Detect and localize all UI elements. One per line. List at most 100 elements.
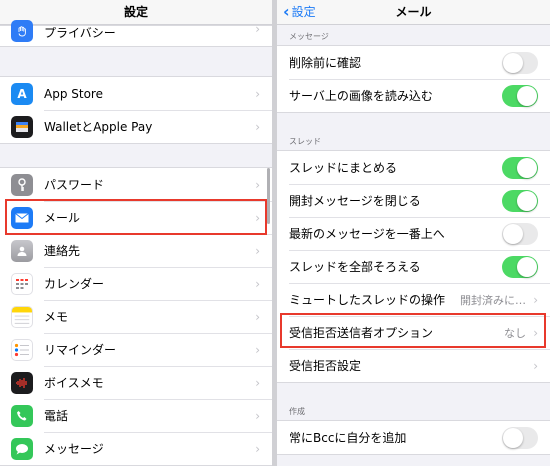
settings-item-notes[interactable]: メモ › (0, 300, 272, 333)
app-store-icon: A (11, 83, 33, 105)
settings-item-contacts[interactable]: 連絡先 › (0, 234, 272, 267)
always-bcc-myself-toggle[interactable] (502, 426, 538, 449)
chevron-right-icon: › (255, 119, 260, 134)
settings-item-wallet[interactable]: WalletとApple Pay › (0, 110, 272, 143)
setting-label: 削除前に確認 (289, 56, 362, 70)
chevron-right-icon: › (255, 210, 260, 225)
setting-organize-by-thread: スレッドにまとめる (277, 151, 550, 184)
mail-navbar: ‹ 設定 メール (277, 0, 550, 25)
settings-item-messages[interactable]: メッセージ › (0, 432, 272, 465)
setting-complete-threads: スレッドを全部そろえる (277, 250, 550, 283)
contacts-icon (11, 240, 33, 262)
settings-item-calendar[interactable]: カレンダー › (0, 267, 272, 300)
section-header-threads: スレッド (289, 137, 321, 146)
section-header-composing: 作成 (289, 407, 305, 416)
composing-group: 常にBccに自分を追加 (277, 420, 550, 455)
chevron-right-icon: › (255, 22, 260, 36)
chevron-right-icon: › (255, 177, 260, 192)
settings-item-reminders[interactable]: リマインダー › (0, 333, 272, 366)
toggle-knob (503, 427, 523, 448)
chevron-left-icon: ‹ (283, 2, 290, 21)
hand-icon (11, 20, 33, 42)
settings-item-label: プライバシー (44, 25, 116, 40)
chevron-right-icon: › (255, 276, 260, 291)
setting-value: 開封済みに… (460, 293, 526, 307)
settings-item-label: パスワード (44, 178, 105, 192)
chevron-right-icon: › (533, 325, 538, 340)
phone-icon (11, 405, 33, 427)
setting-label: サーバ上の画像を読み込む (289, 89, 433, 103)
reminders-icon (11, 339, 33, 361)
toggle-knob (503, 52, 523, 73)
key-icon (11, 174, 33, 196)
setting-label: スレッドにまとめる (289, 161, 398, 175)
load-remote-images-toggle[interactable] (502, 84, 538, 107)
mail-icon (11, 207, 33, 229)
messages-icon (11, 438, 33, 460)
setting-label: 常にBccに自分を追加 (289, 431, 407, 445)
chevron-right-icon: › (255, 309, 260, 324)
settings-item-passwords[interactable]: パスワード › (0, 168, 272, 201)
settings-item-label: 連絡先 (44, 244, 81, 258)
setting-load-remote-images: サーバ上の画像を読み込む (277, 79, 550, 112)
section-header-messages: メッセージ (289, 32, 329, 41)
settings-item-privacy[interactable]: プライバシー › (0, 20, 272, 46)
settings-item-voice-memos[interactable]: ボイスメモ › (0, 366, 272, 399)
settings-item-mail[interactable]: メール › (0, 201, 272, 234)
chevron-right-icon: › (533, 358, 538, 373)
scrollbar[interactable] (267, 168, 270, 224)
settings-item-phone[interactable]: 電話 › (0, 399, 272, 432)
store-group: A App Store › WalletとApple Pay › (0, 76, 272, 144)
apps-group: パスワード › メール › 連絡先 › カレンダー › メモ › リマインダー … (0, 167, 272, 466)
chevron-right-icon: › (255, 243, 260, 258)
settings-item-label: カレンダー (44, 277, 105, 291)
notes-icon (11, 306, 33, 328)
settings-item-label: ボイスメモ (44, 376, 104, 390)
page-title: メール (395, 5, 432, 19)
setting-label: 開封メッセージを閉じる (289, 194, 421, 208)
setting-value: なし (504, 326, 526, 340)
settings-item-label: 電話 (44, 409, 69, 423)
chevron-right-icon: › (533, 292, 538, 307)
voice-memo-icon (11, 372, 33, 394)
setting-most-recent-on-top: 最新のメッセージを一番上へ (277, 217, 550, 250)
settings-item-label: リマインダー (44, 343, 117, 357)
setting-label: 受信拒否送信者オプション (289, 326, 434, 340)
collapse-read-messages-toggle[interactable] (502, 189, 538, 212)
privacy-group: プライバシー › (0, 20, 272, 47)
setting-collapse-read-messages: 開封メッセージを閉じる (277, 184, 550, 217)
settings-item-label: WalletとApple Pay (44, 120, 153, 134)
chevron-right-icon: › (255, 342, 260, 357)
setting-label: 最新のメッセージを一番上へ (289, 227, 445, 241)
chevron-right-icon: › (255, 441, 260, 456)
most-recent-on-top-toggle[interactable] (502, 222, 538, 245)
wallet-icon (11, 116, 33, 138)
settings-item-label: メッセージ (44, 442, 104, 456)
setting-ask-before-deleting: 削除前に確認 (277, 46, 550, 79)
toggle-knob (503, 223, 523, 244)
toggle-knob (517, 157, 537, 178)
messages-group: 削除前に確認 サーバ上の画像を読み込む (277, 45, 550, 113)
setting-blocked[interactable]: 受信拒否設定 › (277, 349, 550, 382)
setting-blocked-sender-options[interactable]: 受信拒否送信者オプション なし › (277, 316, 550, 349)
settings-item-label: App Store (44, 86, 103, 101)
mail-settings-pane: ‹ 設定 メール メッセージ 削除前に確認 サーバ上の画像を読み込む スレッド ス… (277, 0, 550, 466)
ask-before-deleting-toggle[interactable] (502, 51, 538, 74)
setting-label: ミュートしたスレッドの操作 (289, 293, 446, 307)
settings-pane: 設定 プライバシー › A App Store › WalletとApple P… (0, 0, 272, 466)
chevron-right-icon: › (255, 86, 260, 101)
setting-label: スレッドを全部そろえる (289, 260, 421, 274)
threads-group: スレッドにまとめる 開封メッセージを閉じる 最新のメッセージを一番上へ スレッド… (277, 150, 550, 383)
organize-by-thread-toggle[interactable] (502, 156, 538, 179)
chevron-right-icon: › (255, 408, 260, 423)
complete-threads-toggle[interactable] (502, 255, 538, 278)
calendar-icon (11, 273, 33, 295)
chevron-right-icon: › (255, 375, 260, 390)
setting-muted-thread-action[interactable]: ミュートしたスレッドの操作 開封済みに… › (277, 283, 550, 316)
toggle-knob (517, 190, 537, 211)
toggle-knob (517, 85, 537, 106)
toggle-knob (517, 256, 537, 277)
page-title: 設定 (123, 5, 148, 19)
settings-item-app-store[interactable]: A App Store › (0, 77, 272, 110)
back-button[interactable]: ‹ 設定 (283, 0, 316, 24)
